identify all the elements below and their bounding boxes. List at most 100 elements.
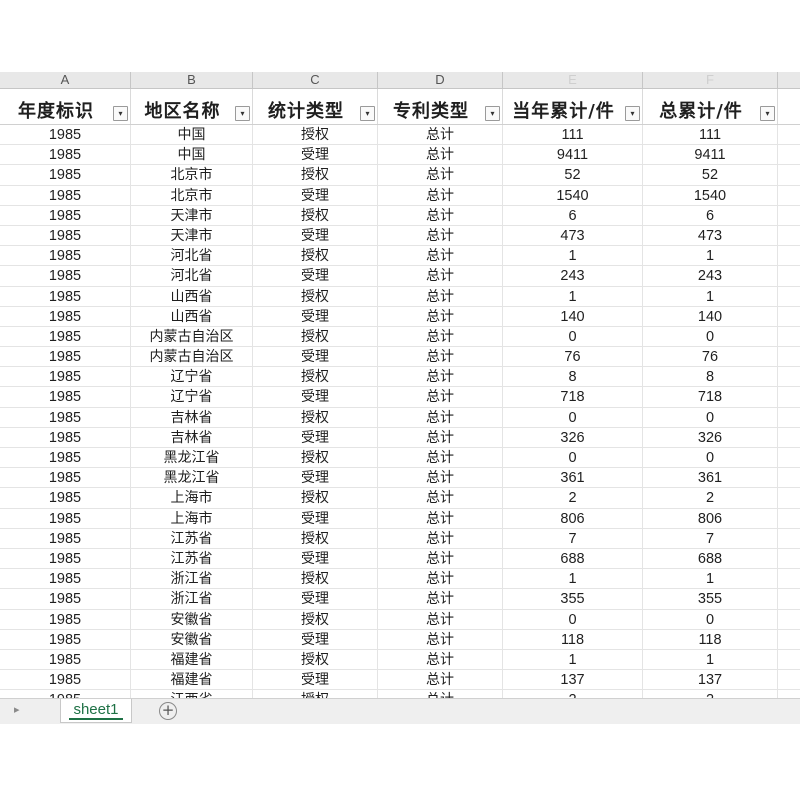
- cell-year[interactable]: 1985: [0, 508, 131, 529]
- cell-year[interactable]: 1985: [0, 185, 131, 206]
- cell-patent-type[interactable]: 总计: [378, 448, 503, 468]
- cell-stat-type[interactable]: 受理: [253, 185, 378, 206]
- cell-year-total[interactable]: 326: [503, 427, 643, 448]
- cell-region[interactable]: 浙江省: [131, 589, 253, 610]
- cell-year[interactable]: 1985: [0, 205, 131, 226]
- header-cell-region[interactable]: 地区名称 ▾: [131, 89, 253, 124]
- column-letter-b[interactable]: B: [131, 72, 253, 88]
- cell-year[interactable]: 1985: [0, 427, 131, 448]
- cell-year[interactable]: 1985: [0, 225, 131, 246]
- cell-year[interactable]: 1985: [0, 609, 131, 630]
- cell-patent-type[interactable]: 总计: [378, 266, 503, 287]
- cell-year-total[interactable]: 355: [503, 589, 643, 610]
- cell-year[interactable]: 1985: [0, 488, 131, 509]
- cell-year-total[interactable]: 0: [503, 407, 643, 428]
- column-letter-f[interactable]: F: [643, 72, 778, 88]
- cell-stat-type[interactable]: 受理: [253, 468, 378, 489]
- cell-grand-total[interactable]: 7: [643, 528, 778, 549]
- cell-region[interactable]: 山西省: [131, 306, 253, 327]
- cell-grand-total[interactable]: 1: [643, 569, 778, 590]
- cell-stat-type[interactable]: 受理: [253, 347, 378, 368]
- cell-grand-total[interactable]: 2: [643, 488, 778, 509]
- cell-year[interactable]: 1985: [0, 145, 131, 166]
- cell-grand-total[interactable]: 473: [643, 225, 778, 246]
- cell-stat-type[interactable]: 受理: [253, 427, 378, 448]
- cell-patent-type[interactable]: 总计: [378, 629, 503, 650]
- cell-stat-type[interactable]: 授权: [253, 286, 378, 307]
- cell-stat-type[interactable]: 授权: [253, 367, 378, 388]
- cell-year-total[interactable]: 2: [503, 488, 643, 509]
- cell-stat-type[interactable]: 受理: [253, 145, 378, 166]
- cell-patent-type[interactable]: 总计: [378, 488, 503, 509]
- cell-year[interactable]: 1985: [0, 266, 131, 287]
- cell-stat-type[interactable]: 受理: [253, 508, 378, 529]
- cell-grand-total[interactable]: 326: [643, 427, 778, 448]
- cell-stat-type[interactable]: 授权: [253, 407, 378, 428]
- cell-patent-type[interactable]: 总计: [378, 649, 503, 670]
- cell-grand-total[interactable]: 9411: [643, 145, 778, 166]
- cell-region[interactable]: 中国: [131, 145, 253, 166]
- add-sheet-icon[interactable]: +: [159, 702, 177, 720]
- filter-dropdown-icon[interactable]: ▾: [625, 106, 640, 121]
- cell-year-total[interactable]: 688: [503, 548, 643, 569]
- column-letter-a[interactable]: A: [0, 72, 131, 88]
- cell-patent-type[interactable]: 总计: [378, 185, 503, 206]
- cell-grand-total[interactable]: 6: [643, 205, 778, 226]
- cell-year[interactable]: 1985: [0, 468, 131, 489]
- cell-year-total[interactable]: 137: [503, 670, 643, 691]
- cell-year[interactable]: 1985: [0, 569, 131, 590]
- cell-region[interactable]: 天津市: [131, 225, 253, 246]
- cell-region[interactable]: 天津市: [131, 205, 253, 226]
- cell-year[interactable]: 1985: [0, 589, 131, 610]
- column-letter-c[interactable]: C: [253, 72, 378, 88]
- cell-year[interactable]: 1985: [0, 246, 131, 267]
- header-cell-patent-type[interactable]: 专利类型 ▾: [378, 89, 503, 124]
- header-cell-year[interactable]: 年度标识 ▾: [0, 89, 131, 124]
- cell-year[interactable]: 1985: [0, 306, 131, 327]
- cell-region[interactable]: 安徽省: [131, 629, 253, 650]
- cell-year[interactable]: 1985: [0, 548, 131, 569]
- cell-year-total[interactable]: 361: [503, 468, 643, 489]
- cell-stat-type[interactable]: 授权: [253, 246, 378, 267]
- cell-grand-total[interactable]: 0: [643, 407, 778, 428]
- cell-year[interactable]: 1985: [0, 165, 131, 186]
- cell-grand-total[interactable]: 111: [643, 125, 778, 145]
- cell-grand-total[interactable]: 76: [643, 347, 778, 368]
- cell-year[interactable]: 1985: [0, 347, 131, 368]
- cell-region[interactable]: 河北省: [131, 246, 253, 267]
- cell-region[interactable]: 中国: [131, 125, 253, 145]
- cell-year-total[interactable]: 806: [503, 508, 643, 529]
- cell-grand-total[interactable]: 1: [643, 649, 778, 670]
- cell-year-total[interactable]: 8: [503, 367, 643, 388]
- cell-region[interactable]: 黑龙江省: [131, 468, 253, 489]
- cell-stat-type[interactable]: 授权: [253, 448, 378, 468]
- cell-stat-type[interactable]: 受理: [253, 670, 378, 691]
- cell-year-total[interactable]: 0: [503, 609, 643, 630]
- cell-patent-type[interactable]: 总计: [378, 246, 503, 267]
- cell-stat-type[interactable]: 受理: [253, 225, 378, 246]
- cell-year[interactable]: 1985: [0, 286, 131, 307]
- cell-year-total[interactable]: 1: [503, 286, 643, 307]
- cell-year-total[interactable]: 7: [503, 528, 643, 549]
- cell-stat-type[interactable]: 授权: [253, 205, 378, 226]
- cell-patent-type[interactable]: 总计: [378, 145, 503, 166]
- cell-year[interactable]: 1985: [0, 407, 131, 428]
- cell-region[interactable]: 吉林省: [131, 427, 253, 448]
- cell-patent-type[interactable]: 总计: [378, 347, 503, 368]
- cell-year-total[interactable]: 111: [503, 125, 643, 145]
- cell-grand-total[interactable]: 1: [643, 286, 778, 307]
- cell-region[interactable]: 辽宁省: [131, 387, 253, 408]
- cell-stat-type[interactable]: 受理: [253, 589, 378, 610]
- cell-grand-total[interactable]: 140: [643, 306, 778, 327]
- cell-patent-type[interactable]: 总计: [378, 225, 503, 246]
- cell-grand-total[interactable]: 0: [643, 448, 778, 468]
- column-letter-e[interactable]: E: [503, 72, 643, 88]
- cell-stat-type[interactable]: 授权: [253, 326, 378, 347]
- cell-region[interactable]: 浙江省: [131, 569, 253, 590]
- cell-year[interactable]: 1985: [0, 326, 131, 347]
- cell-patent-type[interactable]: 总计: [378, 468, 503, 489]
- cell-stat-type[interactable]: 受理: [253, 306, 378, 327]
- cell-year[interactable]: 1985: [0, 125, 131, 145]
- cell-patent-type[interactable]: 总计: [378, 528, 503, 549]
- sheet-nav-arrow-icon[interactable]: ▸: [14, 703, 20, 716]
